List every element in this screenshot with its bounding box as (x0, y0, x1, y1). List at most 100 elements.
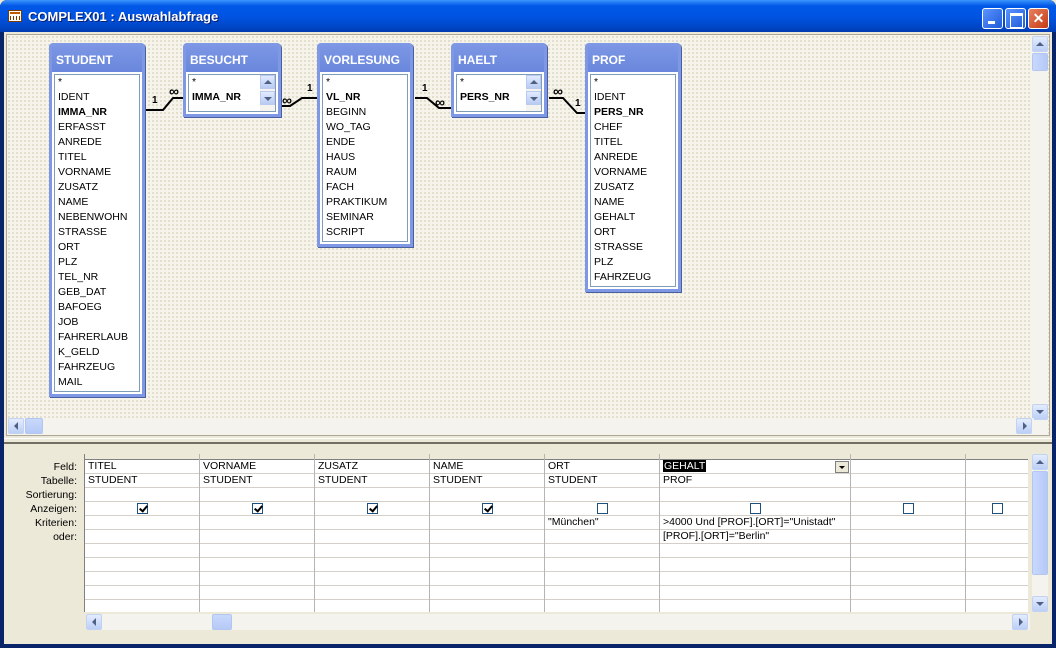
field-item[interactable]: MAIL (55, 375, 139, 390)
scroll-down-icon[interactable] (1032, 596, 1048, 612)
scroll-right-icon[interactable] (1012, 614, 1028, 630)
grid-cell-empty[interactable] (200, 572, 314, 586)
scroll-up-icon[interactable] (260, 75, 275, 89)
grid-cell-tabelle[interactable]: PROF (660, 474, 850, 488)
field-item[interactable]: NAME (55, 195, 139, 210)
show-checkbox[interactable] (252, 503, 263, 514)
grid-cell-empty[interactable] (966, 558, 1028, 572)
grid-cell-empty[interactable] (851, 572, 965, 586)
grid-column[interactable]: ORT STUDENT "München" (545, 454, 660, 612)
field-list[interactable]: * IMMA_NR (188, 74, 276, 112)
table-title[interactable]: HAELT (454, 46, 544, 72)
field-item[interactable]: STRASSE (591, 240, 675, 255)
field-list[interactable]: * PERS_NR (456, 74, 542, 112)
grid-cell-empty[interactable] (85, 544, 199, 558)
grid-cell-empty[interactable] (315, 600, 429, 612)
grid-cell-empty[interactable] (545, 572, 659, 586)
field-item[interactable]: VORNAME (55, 165, 139, 180)
grid-cell-empty[interactable] (315, 558, 429, 572)
grid-cell-empty[interactable] (660, 600, 850, 612)
query-design-grid[interactable]: TITEL STUDENT VORNAME STUDENT ZUSATZ STUDENT N… (84, 454, 1028, 612)
grid-cell-empty[interactable] (851, 586, 965, 600)
grid-vertical-scrollbar[interactable] (1032, 454, 1048, 612)
grid-cell-sortierung[interactable] (200, 488, 314, 502)
grid-cell-empty[interactable] (85, 572, 199, 586)
show-checkbox[interactable] (597, 503, 608, 514)
field-item[interactable]: ZUSATZ (55, 180, 139, 195)
field-item[interactable]: ORT (591, 225, 675, 240)
show-checkbox[interactable] (903, 503, 914, 514)
grid-column[interactable]: VORNAME STUDENT (200, 454, 315, 612)
table-design-area[interactable]: 1 ∞ ∞ 1 1 ∞ ∞ 1 STUDENT * IDENT IMMA_NR ERF… (6, 34, 1050, 436)
show-checkbox[interactable] (482, 503, 493, 514)
field-item[interactable]: ANREDE (55, 135, 139, 150)
grid-cell-empty[interactable] (430, 544, 544, 558)
grid-cell-kriterien[interactable] (966, 516, 1028, 530)
field-item[interactable]: VORNAME (591, 165, 675, 180)
scroll-thumb[interactable] (1032, 53, 1048, 71)
title-bar[interactable]: COMPLEX01 : Auswahlabfrage ✕ (0, 0, 1056, 32)
grid-cell-empty[interactable] (851, 600, 965, 612)
grid-cell-anzeigen[interactable] (85, 502, 199, 516)
grid-cell-oder[interactable] (315, 530, 429, 544)
grid-cell-anzeigen[interactable] (315, 502, 429, 516)
field-list[interactable]: * VL_NR BEGINN WO_TAG ENDE HAUS RAUM FACH PRAKTI… (322, 74, 408, 242)
grid-cell-sortierung[interactable] (430, 488, 544, 502)
grid-cell-kriterien[interactable] (430, 516, 544, 530)
scroll-up-icon[interactable] (526, 75, 541, 89)
field-item[interactable]: PRAKTIKUM (323, 195, 407, 210)
field-item[interactable]: FAHRERLAUB (55, 330, 139, 345)
field-list-scrollbar[interactable] (526, 75, 541, 111)
field-item[interactable]: ENDE (323, 135, 407, 150)
grid-cell-empty[interactable] (660, 586, 850, 600)
grid-column[interactable] (851, 454, 966, 612)
grid-cell-empty[interactable] (545, 558, 659, 572)
grid-cell-empty[interactable] (430, 586, 544, 600)
field-list[interactable]: * IDENT IMMA_NR ERFASST ANREDE TITEL VORNAME ZU… (54, 74, 140, 392)
grid-cell-kriterien[interactable] (851, 516, 965, 530)
grid-cell-empty[interactable] (315, 572, 429, 586)
field-item[interactable]: FAHRZEUG (55, 360, 139, 375)
field-item[interactable]: SCRIPT (323, 225, 407, 240)
grid-cell-sortierung[interactable] (660, 488, 850, 502)
scroll-up-icon[interactable] (1032, 454, 1048, 470)
grid-column[interactable]: GEHALT PROF >4000 Und [PROF].[ORT]="Unista… (660, 454, 851, 612)
design-vertical-scrollbar[interactable] (1032, 36, 1048, 435)
grid-cell-oder[interactable] (430, 530, 544, 544)
grid-cell-anzeigen[interactable] (851, 502, 965, 516)
show-checkbox[interactable] (992, 503, 1003, 514)
field-item[interactable]: NAME (591, 195, 675, 210)
grid-horizontal-scrollbar[interactable] (86, 614, 1030, 630)
grid-cell-kriterien[interactable]: >4000 Und [PROF].[ORT]="Unistadt" (660, 516, 850, 530)
table-title[interactable]: PROF (588, 46, 678, 72)
table-vorlesung[interactable]: VORLESUNG * VL_NR BEGINN WO_TAG ENDE HAUS RAUM… (317, 43, 413, 247)
grid-cell-empty[interactable] (200, 586, 314, 600)
grid-cell-empty[interactable] (966, 586, 1028, 600)
table-title[interactable]: BESUCHT (186, 46, 278, 72)
grid-column[interactable]: TITEL STUDENT (85, 454, 200, 612)
grid-cell-empty[interactable] (200, 600, 314, 612)
grid-cell-feld[interactable]: ZUSATZ (315, 460, 429, 474)
scroll-down-icon[interactable] (526, 91, 541, 105)
field-item[interactable]: GEB_DAT (55, 285, 139, 300)
scroll-left-icon[interactable] (8, 418, 24, 434)
grid-cell-tabelle[interactable] (966, 474, 1028, 488)
scroll-down-icon[interactable] (1032, 404, 1048, 420)
field-item[interactable]: TITEL (55, 150, 139, 165)
minimize-button[interactable] (982, 8, 1003, 29)
table-student[interactable]: STUDENT * IDENT IMMA_NR ERFASST ANREDE TITEL V… (49, 43, 145, 397)
field-item[interactable]: * (323, 75, 407, 90)
grid-cell-empty[interactable] (851, 558, 965, 572)
field-item[interactable]: * (55, 75, 139, 90)
grid-cell-empty[interactable] (85, 600, 199, 612)
field-item[interactable]: * (591, 75, 675, 90)
field-item[interactable]: BEGINN (323, 105, 407, 120)
grid-cell-empty[interactable] (545, 586, 659, 600)
grid-cell-anzeigen[interactable] (966, 502, 1028, 516)
grid-cell-sortierung[interactable] (315, 488, 429, 502)
field-item[interactable]: K_GELD (55, 345, 139, 360)
field-item[interactable]: GEHALT (591, 210, 675, 225)
grid-cell-sortierung[interactable] (851, 488, 965, 502)
grid-cell-tabelle[interactable]: STUDENT (315, 474, 429, 488)
grid-cell-empty[interactable] (315, 586, 429, 600)
